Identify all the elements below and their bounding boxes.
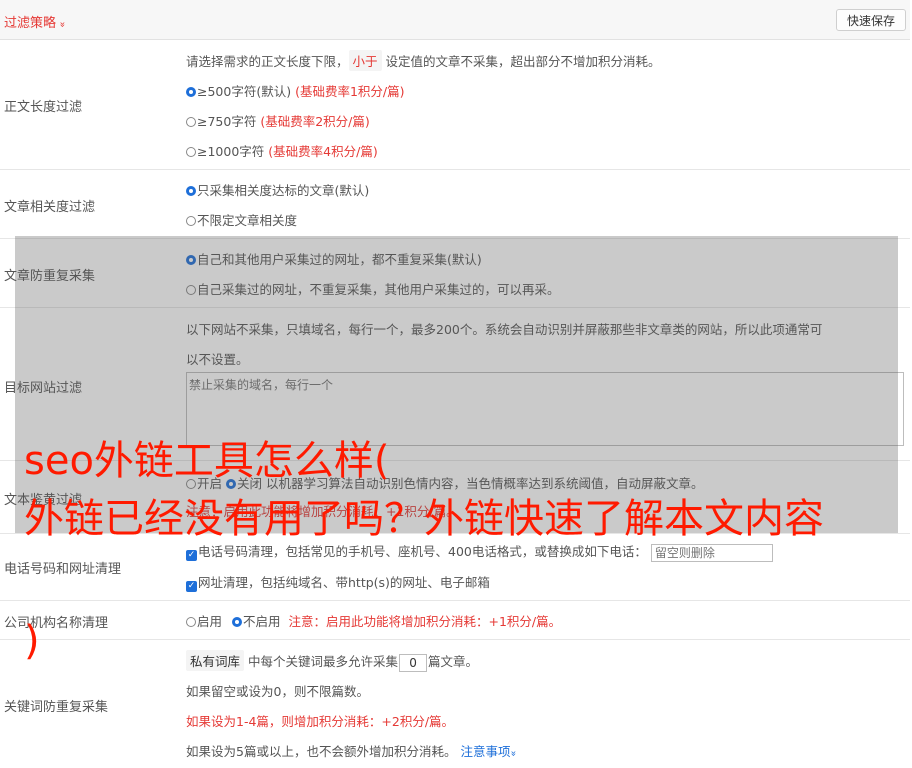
body-length-option-1000[interactable]: ≥1000字符 (基础费率4积分/篇): [186, 141, 378, 160]
option-label: ≥750字符: [197, 114, 257, 129]
watermark-line-2: 外链已经没有用了吗？外链快速了解本文内容: [24, 496, 824, 542]
site-filter-desc-1: 以下网站不采集，只填域名，每行一个，最多200个。系统会自动识别并屏蔽那些非文章…: [186, 322, 823, 337]
chevron-down-icon: »: [56, 21, 68, 28]
less-than-chip: 小于: [348, 50, 382, 71]
row-org-name: 公司机构名称清理 启用 不启用 注意：启用此功能将增加积分消耗：+1积分/篇。: [0, 601, 910, 640]
site-filter-desc-2: 以不设置。: [186, 352, 249, 367]
keyword-limit-hint-2: 如果设为1-4篇，则增加积分消耗：+2积分/篇。: [186, 714, 455, 729]
option-label: 只采集相关度达标的文章(默认): [197, 183, 370, 198]
row-label-org-name: 公司机构名称清理: [4, 616, 109, 631]
org-name-on[interactable]: 启用: [186, 614, 222, 629]
option-label: 不限定文章相关度: [197, 213, 298, 228]
radio-icon[interactable]: [232, 617, 242, 627]
row-label-phone-url: 电话号码和网址清理: [4, 562, 122, 577]
relevance-option-qualified[interactable]: 只采集相关度达标的文章(默认): [186, 180, 369, 199]
checkbox-checked-icon[interactable]: ✓: [186, 581, 197, 592]
checkbox-checked-icon[interactable]: ✓: [186, 550, 197, 561]
filter-strategy-label: 过滤策略: [4, 16, 57, 31]
radio-icon[interactable]: [186, 285, 196, 295]
option-label: ≥1000字符: [197, 144, 265, 159]
radio-icon[interactable]: [186, 87, 196, 97]
row-keyword-dedupe: 关键词防重复采集 私有词库 中每个关键词最多允许采集 篇文章。 如果留空或设为0，…: [0, 640, 910, 768]
body-length-option-750[interactable]: ≥750字符 (基础费率2积分/篇): [186, 111, 370, 130]
option-label: 启用: [197, 614, 223, 629]
row-dedupe: 文章防重复采集 自己和其他用户采集过的网址，都不重复采集(默认) 自己采集过的网…: [0, 239, 910, 308]
row-label-relevance: 文章相关度过滤: [4, 200, 96, 215]
blocked-domains-textarea[interactable]: [186, 372, 904, 446]
notice-link[interactable]: 注意事项»: [460, 744, 520, 759]
keyword-limit-hint-1: 如果留空或设为0，则不限篇数。: [186, 684, 369, 699]
option-rate-note: (基础费率4积分/篇): [268, 144, 378, 159]
chevron-down-icon: »: [508, 750, 520, 757]
quick-save-button[interactable]: 快速保存: [836, 9, 906, 31]
body-length-desc-text-2: 设定值的文章不采集，超出部分不增加积分消耗。: [385, 54, 661, 69]
keyword-limit-suffix: 篇文章。: [428, 654, 479, 669]
dedupe-option-all[interactable]: 自己和其他用户采集过的网址，都不重复采集(默认): [186, 249, 482, 268]
body-length-option-500[interactable]: ≥500字符(默认) (基础费率1积分/篇): [186, 81, 405, 100]
radio-icon[interactable]: [186, 255, 196, 265]
option-rate-note: (基础费率2积分/篇): [260, 114, 370, 129]
keyword-limit-input[interactable]: [399, 653, 428, 672]
option-label: 自己采集过的网址，不重复采集，其他用户采集过的，可以再采。: [197, 282, 560, 297]
radio-icon[interactable]: [186, 147, 196, 157]
org-name-options: 启用 不启用 注意：启用此功能将增加积分消耗：+1积分/篇。: [186, 611, 561, 630]
option-rate-note: (基础费率1积分/篇): [295, 84, 405, 99]
radio-icon[interactable]: [186, 117, 196, 127]
watermark-line-1: seo外链工具怎么样(: [24, 438, 390, 484]
filter-strategy-toggle[interactable]: 过滤策略»: [4, 12, 68, 31]
radio-icon[interactable]: [186, 216, 196, 226]
org-name-note: 注意：启用此功能将增加积分消耗：+1积分/篇。: [288, 614, 562, 629]
body-length-desc-text: 请选择需求的正文长度下限，: [186, 54, 349, 69]
url-clean-option[interactable]: ✓ 网址清理，包括纯域名、带http(s)的网址、电子邮箱: [186, 572, 490, 592]
row-relevance: 文章相关度过滤 只采集相关度达标的文章(默认) 不限定文章相关度: [0, 170, 910, 239]
org-name-off[interactable]: 不启用: [232, 614, 281, 629]
option-label: 自己和其他用户采集过的网址，都不重复采集(默认): [197, 252, 482, 267]
option-label: 网址清理，包括纯域名、带http(s)的网址、电子邮箱: [198, 575, 490, 590]
option-label: ≥500字符(默认): [197, 84, 292, 99]
row-body-length: 正文长度过滤 请选择需求的正文长度下限， 小于 设定值的文章不采集，超出部分不增加…: [0, 40, 910, 170]
private-lexicon-chip[interactable]: 私有词库: [186, 650, 245, 671]
replacement-phone-input[interactable]: [650, 543, 773, 562]
keyword-limit-hint-3: 如果设为5篇或以上，也不会额外增加积分消耗。 注意事项»: [186, 741, 520, 760]
filter-header: 过滤策略» 快速保存: [0, 0, 910, 40]
keyword-limit-line: 私有词库 中每个关键词最多允许采集 篇文章。: [186, 650, 478, 672]
keyword-limit-hint-text: 如果设为5篇或以上，也不会额外增加积分消耗。: [186, 744, 457, 759]
row-label-body-length: 正文长度过滤: [4, 100, 83, 115]
radio-icon[interactable]: [186, 617, 196, 627]
relevance-option-unlimited[interactable]: 不限定文章相关度: [186, 210, 297, 229]
watermark-line-3: ): [24, 618, 40, 664]
keyword-limit-text: 中每个关键词最多允许采集: [248, 654, 399, 669]
row-phone-url: 电话号码和网址清理 ✓ 电话号码清理，包括常见的手机号、座机号、400电话格式，或…: [0, 534, 910, 601]
body-length-desc: 请选择需求的正文长度下限， 小于 设定值的文章不采集，超出部分不增加积分消耗。: [186, 50, 661, 71]
row-label-site-filter: 目标网站过滤: [4, 381, 83, 396]
notice-link-label: 注意事项: [460, 744, 511, 759]
radio-icon[interactable]: [186, 186, 196, 196]
option-label: 不启用: [243, 614, 281, 629]
option-label: 电话号码清理，包括常见的手机号、座机号、400电话格式，或替换成如下电话：: [198, 544, 647, 559]
dedupe-option-self[interactable]: 自己采集过的网址，不重复采集，其他用户采集过的，可以再采。: [186, 279, 560, 298]
row-label-keyword-dedupe: 关键词防重复采集: [4, 700, 109, 715]
phone-clean-option[interactable]: ✓ 电话号码清理，包括常见的手机号、座机号、400电话格式，或替换成如下电话：: [186, 541, 773, 562]
row-label-dedupe: 文章防重复采集: [4, 269, 96, 284]
